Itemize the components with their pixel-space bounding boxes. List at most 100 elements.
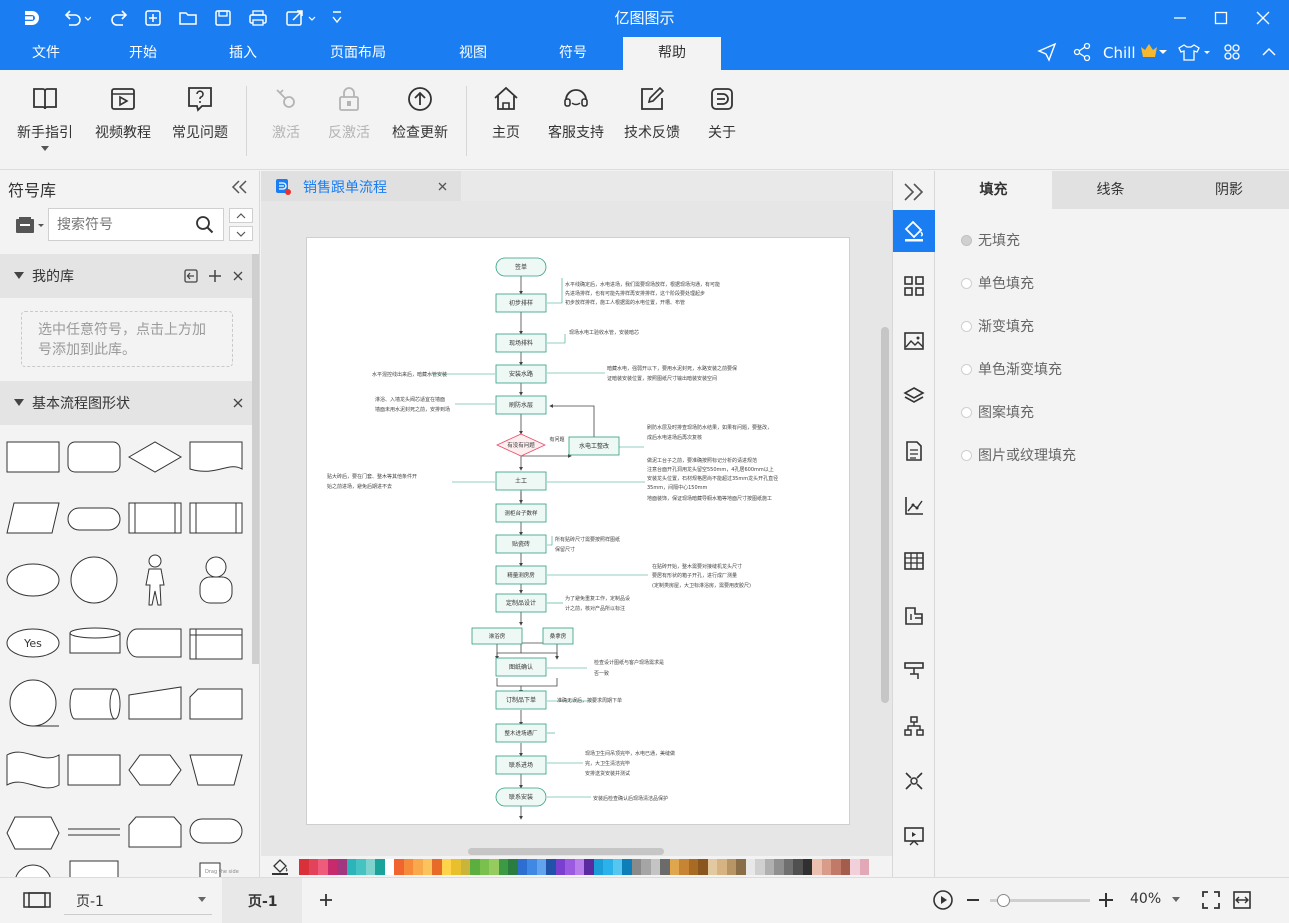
shape-user[interactable] — [199, 556, 233, 604]
color-swatch[interactable] — [337, 859, 347, 875]
close-icon[interactable] — [1252, 7, 1274, 29]
color-swatch[interactable] — [650, 859, 660, 875]
option-single-gradient-fill[interactable]: 单色渐变填充 — [961, 359, 1062, 379]
color-swatch[interactable] — [527, 859, 537, 875]
library-manager-icon[interactable] — [14, 215, 46, 235]
grid-layout-icon[interactable] — [893, 265, 935, 307]
shape-actor[interactable] — [145, 554, 165, 606]
color-swatch[interactable] — [565, 859, 575, 875]
shape-circle[interactable] — [70, 556, 118, 604]
save-icon[interactable] — [212, 7, 234, 29]
color-swatch[interactable] — [574, 859, 584, 875]
collapse-ribbon-icon[interactable] — [1258, 41, 1280, 63]
color-swatch[interactable] — [356, 859, 366, 875]
tab-sales-flow[interactable]: 销售跟单流程 — [261, 171, 461, 201]
deactivate-button[interactable]: 反激活 — [314, 84, 384, 154]
color-swatch[interactable] — [403, 859, 413, 875]
color-swatch[interactable] — [660, 859, 670, 875]
layers-icon[interactable] — [893, 375, 935, 417]
search-symbol-box[interactable] — [48, 208, 224, 241]
customer-support-button[interactable]: 客服支持 — [541, 84, 611, 154]
theme-shirt-icon[interactable] — [1177, 41, 1211, 63]
color-swatch[interactable] — [831, 859, 841, 875]
color-swatch[interactable] — [432, 859, 442, 875]
color-swatch[interactable] — [726, 859, 736, 875]
page-doc-icon[interactable] — [893, 430, 935, 472]
shape-manual-operation[interactable] — [189, 754, 243, 786]
page-select[interactable]: 页-1 — [64, 885, 212, 915]
shape-rect-small[interactable] — [69, 860, 119, 877]
add-page-icon[interactable] — [318, 892, 334, 908]
about-button[interactable]: 关于 — [687, 84, 757, 154]
activate-button[interactable]: 激活 — [251, 84, 321, 154]
export-icon[interactable] — [284, 7, 318, 29]
video-tutorial-button[interactable]: 视频教程 — [88, 84, 158, 154]
maximize-icon[interactable] — [1210, 7, 1232, 29]
search-icon[interactable] — [195, 215, 215, 235]
option-pattern-fill[interactable]: 图案填充 — [961, 402, 1034, 422]
shape-direct-data[interactable] — [69, 688, 121, 720]
color-swatch[interactable] — [707, 859, 717, 875]
fill-tool-icon[interactable] — [893, 210, 935, 252]
menu-page-layout[interactable]: 页面布局 — [310, 37, 406, 70]
collapse-panel-icon[interactable] — [230, 179, 248, 195]
tab-line[interactable]: 线条 — [1052, 171, 1169, 209]
table-icon[interactable] — [893, 540, 935, 582]
color-swatch[interactable] — [460, 859, 470, 875]
color-swatch[interactable] — [299, 859, 309, 875]
shape-stored-data-curved[interactable] — [126, 628, 182, 658]
shape-display-rect[interactable] — [67, 754, 121, 786]
color-swatch[interactable] — [793, 859, 803, 875]
color-swatch[interactable] — [859, 859, 869, 875]
fill-bucket-icon[interactable] — [271, 858, 289, 875]
shape-preparation[interactable] — [6, 816, 60, 850]
zoom-dropdown-icon[interactable] — [1172, 897, 1180, 903]
user-menu-chevron-icon[interactable] — [1157, 41, 1169, 63]
shape-predefined-process[interactable] — [128, 502, 182, 534]
horizontal-scrollbar[interactable] — [468, 848, 664, 855]
search-input[interactable] — [49, 209, 189, 240]
color-swatch[interactable] — [593, 859, 603, 875]
color-swatch[interactable] — [631, 859, 641, 875]
chart-data-icon[interactable] — [893, 485, 935, 527]
library-scrollbar[interactable] — [252, 254, 259, 664]
shape-connector[interactable] — [15, 864, 51, 877]
color-swatch[interactable] — [498, 859, 508, 875]
shape-sequential-data[interactable] — [9, 679, 59, 727]
zoom-in-icon[interactable] — [1098, 892, 1114, 908]
fit-width-icon[interactable] — [1232, 890, 1252, 910]
color-swatch[interactable] — [546, 859, 556, 875]
color-swatch[interactable] — [479, 859, 489, 875]
color-swatch[interactable] — [688, 859, 698, 875]
fit-page-icon[interactable] — [1201, 890, 1221, 910]
send-icon[interactable] — [1036, 41, 1058, 63]
color-swatch[interactable] — [612, 859, 622, 875]
option-picture-fill[interactable]: 图片或纹理填充 — [961, 445, 1076, 465]
zoom-level[interactable]: 40% — [1130, 891, 1161, 907]
close-library-icon[interactable] — [233, 398, 243, 408]
color-swatch[interactable] — [413, 859, 423, 875]
color-swatch[interactable] — [375, 859, 385, 875]
color-swatch[interactable] — [536, 859, 546, 875]
drawing-page[interactable]: 签单 初步排样 现场排料 安装水路 刷防水层 有没有问题 水电工整改 土工 测柜… — [306, 237, 850, 825]
shape-document[interactable] — [189, 441, 243, 472]
mind-map-icon[interactable] — [893, 760, 935, 802]
color-swatch[interactable] — [422, 859, 432, 875]
share-icon[interactable] — [1071, 41, 1093, 63]
color-swatch[interactable] — [308, 859, 318, 875]
zoom-out-icon[interactable] — [966, 894, 980, 906]
color-swatch[interactable] — [622, 859, 632, 875]
floor-plan-icon[interactable] — [893, 595, 935, 637]
color-swatch[interactable] — [821, 859, 831, 875]
check-update-button[interactable]: 检查更新 — [385, 84, 455, 154]
color-swatch[interactable] — [346, 859, 356, 875]
basic-flowchart-header[interactable]: 基本流程图形状 — [0, 381, 252, 425]
color-swatch[interactable] — [698, 859, 708, 875]
user-name[interactable]: Chill — [1103, 43, 1135, 63]
shape-ellipse[interactable] — [6, 563, 60, 597]
shape-tape[interactable] — [6, 751, 60, 789]
color-swatch[interactable] — [736, 859, 746, 875]
color-swatch[interactable] — [679, 859, 689, 875]
shape-stored-data[interactable] — [189, 502, 243, 534]
color-swatch[interactable] — [764, 859, 774, 875]
